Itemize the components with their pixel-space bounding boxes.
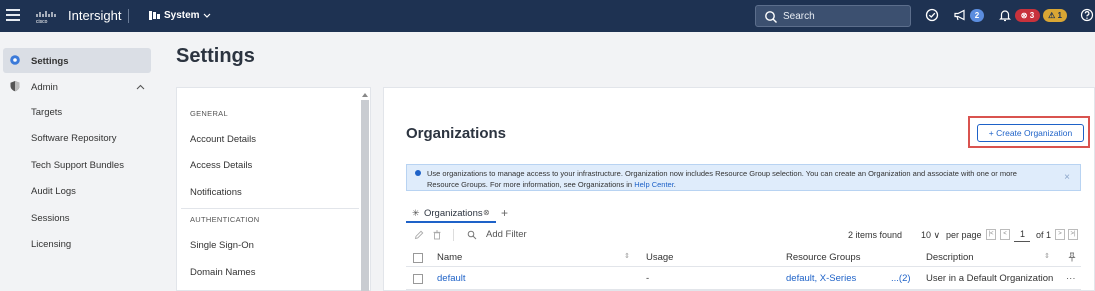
per-page-label: per page [946,230,982,240]
sidebar: Settings Admin Targets Software Reposito… [0,32,160,291]
create-organization-button[interactable]: + Create Organization [977,124,1084,142]
bell-icon[interactable] [998,8,1012,22]
column-header-usage[interactable]: Usage [646,252,673,263]
app-title: Intersight [68,8,122,23]
menu-section-general: GENERAL [190,109,228,118]
close-icon[interactable]: × [1064,172,1070,183]
tab-close-icon[interactable]: ⊗ [483,208,490,217]
warning-alarms-badge[interactable]: ⚠ 1 [1043,9,1067,22]
sidebar-item-licensing[interactable]: Licensing [31,239,71,250]
critical-alarms-count: 3 [1029,11,1035,20]
info-message: Use organizations to manage access to yo… [427,169,1017,189]
divider [453,229,454,241]
menu-item-domain-names[interactable]: Domain Names [190,267,255,278]
system-selector[interactable]: System [164,10,200,21]
search-icon [467,230,477,240]
per-page-select[interactable]: 10 ∨ [921,230,940,241]
sidebar-item-tech-support-bundles[interactable]: Tech Support Bundles [31,160,124,171]
help-center-link[interactable]: Help Center [634,180,674,189]
scroll-up-arrow-icon[interactable] [361,91,369,99]
sidebar-item-sessions[interactable]: Sessions [31,213,70,224]
chevron-down-icon: ∨ [933,230,941,240]
resource-groups-link[interactable]: default, X-Series [786,273,856,284]
info-banner: Use organizations to manage access to yo… [406,164,1081,191]
info-end: . [673,180,676,189]
pin-icon[interactable] [1068,252,1076,262]
search-placeholder: Search [783,11,815,22]
column-header-resource-groups[interactable]: Resource Groups [786,252,860,263]
items-found: 2 items found [848,230,903,240]
sidebar-item-admin[interactable]: Admin [31,82,58,93]
megaphone-icon[interactable] [953,8,967,22]
sort-icon[interactable]: ⇕ [1044,252,1050,260]
table-header [406,248,1081,267]
gear-icon [10,55,20,65]
tab-organizations[interactable]: Organizations [424,208,483,219]
menu-item-single-sign-on[interactable]: Single Sign-On [190,240,254,251]
tab-active-indicator [406,221,496,223]
org-name-link[interactable]: default [437,273,466,284]
menu-item-access-details[interactable]: Access Details [190,160,252,171]
menu-item-account-details[interactable]: Account Details [190,134,256,145]
prev-page-button[interactable]: < [1000,229,1010,240]
sidebar-item-audit-logs[interactable]: Audit Logs [31,186,76,197]
section-title: Organizations [406,125,507,142]
menu-icon[interactable] [6,9,20,21]
chevron-down-icon[interactable] [203,12,211,20]
divider [128,9,129,23]
info-icon [415,170,421,176]
sidebar-item-label: Settings [31,56,69,67]
announcements-badge: 2 [970,9,984,22]
pencil-icon[interactable] [414,230,424,240]
info-text: Use organizations to manage access to yo… [427,168,1037,190]
row-divider [406,289,1081,290]
menu-section-authentication: AUTHENTICATION [190,215,260,224]
more-actions-icon[interactable]: ··· [1066,273,1076,284]
sidebar-item-targets[interactable]: Targets [31,107,62,118]
warning-alarms-count: 1 [1057,11,1062,20]
page-number-input[interactable]: 1 [1020,229,1025,239]
scrollbar-thumb[interactable] [361,100,369,291]
resource-groups-more-link[interactable]: ...(2) [891,273,911,284]
sidebar-item-settings[interactable] [3,48,151,73]
page-input-underline [1014,241,1030,242]
description-cell: User in a Default Organization a [926,273,1056,284]
row-checkbox[interactable] [413,274,423,284]
sort-icon[interactable]: ⇕ [624,252,630,260]
help-icon[interactable] [1080,8,1094,22]
svg-text:cisco: cisco [36,19,48,24]
shield-icon [10,81,20,92]
critical-alarm-icon: ⊗ [1020,11,1028,20]
select-all-checkbox[interactable] [413,253,423,263]
search-icon [765,11,777,23]
page-count: of 1 [1036,230,1052,240]
check-circle-icon[interactable] [925,8,939,22]
usage-cell: - [646,273,650,284]
settings-menu: GENERAL Account Details Access Details N… [176,87,371,291]
next-page-button[interactable]: > [1055,229,1065,240]
per-page-value: 10 [921,230,932,240]
first-page-button[interactable]: |< [986,229,996,240]
search-input[interactable]: Search [755,5,911,27]
page-title: Settings [176,45,255,67]
warning-alarm-icon: ⚠ [1048,11,1056,20]
filter-input[interactable]: Add Filter [486,229,527,240]
critical-alarms-badge[interactable]: ⊗ 3 [1015,9,1040,22]
add-tab-icon[interactable]: + [501,206,508,220]
column-header-description[interactable]: Description [926,252,974,263]
top-bar: cisco Intersight System Search 2 ⊗ 3 ⚠ 1 [0,0,1095,32]
last-page-button[interactable]: >| [1068,229,1078,240]
sidebar-item-software-repository[interactable]: Software Repository [31,133,117,144]
asterisk-icon: ✳ [412,208,420,218]
chevron-up-icon[interactable] [136,84,145,90]
cisco-logo: cisco [36,11,56,24]
menu-item-notifications[interactable]: Notifications [190,187,242,198]
system-icon[interactable] [149,11,160,20]
column-header-name[interactable]: Name [437,252,462,263]
trash-icon[interactable] [432,230,442,240]
divider [181,208,359,209]
